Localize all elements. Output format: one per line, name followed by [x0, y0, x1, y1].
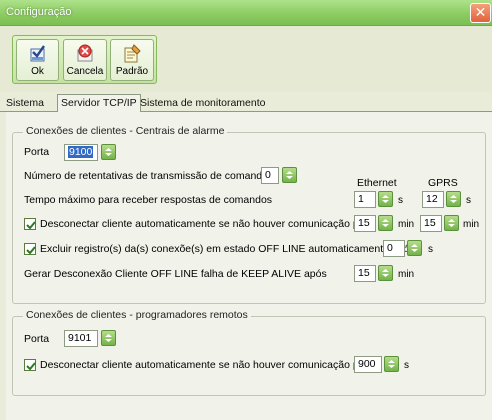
keepalive-unit: min: [398, 269, 415, 280]
remote-disconnect-unit: s: [404, 360, 409, 371]
window-title: Configuração: [6, 6, 72, 18]
remote-porta-spin-button[interactable]: [101, 330, 116, 346]
timeout-gprs-spin-button[interactable]: [446, 191, 461, 207]
timeout-gprs-spinner[interactable]: 12: [422, 191, 462, 208]
alarm-connections-group: Conexões de clientes - Centrais de alarm…: [12, 125, 486, 304]
disconnect-checkbox[interactable]: [24, 218, 36, 230]
remote-porta-label: Porta: [24, 333, 50, 345]
check-icon: [26, 221, 36, 230]
timeout-gprs-field[interactable]: 12: [422, 191, 444, 208]
porta-label: Porta: [24, 146, 50, 158]
tab-monitoramento-label: Sistema de monitoramento: [140, 97, 266, 109]
tab-servidor-tcp-ip[interactable]: Servidor TCP/IP: [57, 94, 141, 113]
porta-spinner[interactable]: 9100: [64, 144, 116, 161]
close-button[interactable]: ✕: [470, 3, 491, 23]
offline-label: Excluir registro(s) da(s) conexõe(s) em …: [40, 243, 415, 255]
gprs-header: GPRS: [428, 177, 458, 189]
offline-spin-button[interactable]: [407, 240, 422, 256]
retries-spinner[interactable]: 0: [261, 167, 297, 184]
tab-strip: Sistema Servidor TCP/IP Sistema de monit…: [0, 92, 492, 113]
remote-connections-group: Conexões de clientes - programadores rem…: [12, 309, 486, 396]
remote-disconnect-field[interactable]: 900: [354, 356, 382, 373]
tab-content: Conexões de clientes - Centrais de alarm…: [6, 112, 492, 420]
spin-arrows-icon: [286, 171, 293, 179]
spin-arrows-icon: [105, 334, 112, 342]
disconnect-gprs-spin-button[interactable]: [444, 215, 459, 231]
toolbar-area: Ok Cancela Padrão: [0, 26, 492, 92]
tab-servidor-label: Servidor TCP/IP: [61, 97, 137, 109]
remote-disconnect-label: Desconectar cliente automaticamente se n…: [40, 359, 369, 371]
keepalive-spin-button[interactable]: [378, 265, 393, 281]
ethernet-header: Ethernet: [357, 177, 397, 189]
disconnect-label: Desconectar cliente automaticamente se n…: [40, 218, 369, 230]
disconnect-ethernet-field[interactable]: 15: [354, 215, 376, 232]
disconnect-gprs-field[interactable]: 15: [420, 215, 442, 232]
timeout-ethernet-field[interactable]: 1: [354, 191, 376, 208]
remote-disconnect-spin-button[interactable]: [384, 356, 399, 372]
disconnect-gprs-unit: min: [463, 219, 480, 230]
cancel-button[interactable]: Cancela: [63, 39, 107, 81]
spin-arrows-icon: [448, 219, 455, 227]
title-bar: Configuração ✕: [0, 0, 492, 26]
spin-arrows-icon: [382, 195, 389, 203]
timeout-label: Tempo máximo para receber respostas de c…: [24, 194, 273, 206]
remote-disconnect-checkbox[interactable]: [24, 359, 36, 371]
keepalive-label: Gerar Desconexão Cliente OFF LINE falha …: [24, 268, 327, 280]
default-label: Padrão: [115, 66, 149, 77]
offline-spinner[interactable]: 0: [383, 240, 423, 257]
keepalive-spinner[interactable]: 15: [354, 265, 394, 282]
remote-porta-spinner[interactable]: 9101: [64, 330, 116, 347]
spin-arrows-icon: [382, 219, 389, 227]
offline-checkbox[interactable]: [24, 243, 36, 255]
ok-button[interactable]: Ok: [16, 39, 59, 81]
retries-spin-button[interactable]: [282, 167, 297, 183]
spin-arrows-icon: [388, 360, 395, 368]
offline-unit: s: [428, 244, 433, 255]
spin-arrows-icon: [105, 148, 112, 156]
checkmark-icon: [30, 45, 45, 62]
spin-arrows-icon: [382, 269, 389, 277]
ok-label: Ok: [31, 66, 44, 77]
cancel-icon: [77, 44, 93, 62]
spin-arrows-icon: [450, 195, 457, 203]
remote-group-title: Conexões de clientes - programadores rem…: [23, 309, 251, 321]
check-icon: [26, 362, 36, 371]
timeout-gprs-unit: s: [466, 195, 471, 206]
tab-sistema[interactable]: Sistema: [3, 96, 47, 112]
cancel-label: Cancela: [66, 66, 104, 77]
retries-label: Número de retentativas de transmissão de…: [24, 170, 274, 182]
alarm-group-title: Conexões de clientes - Centrais de alarm…: [23, 125, 228, 137]
porta-spin-button[interactable]: [101, 144, 116, 160]
retries-field[interactable]: 0: [261, 167, 279, 184]
spin-arrows-icon: [411, 244, 418, 252]
remote-porta-field[interactable]: 9101: [64, 330, 98, 347]
default-button[interactable]: Padrão: [110, 39, 154, 81]
timeout-ethernet-spin-button[interactable]: [378, 191, 393, 207]
porta-field[interactable]: 9100: [64, 144, 98, 161]
close-icon: ✕: [474, 4, 487, 20]
keepalive-field[interactable]: 15: [354, 265, 376, 282]
timeout-ethernet-spinner[interactable]: 1: [354, 191, 394, 208]
check-icon: [26, 246, 36, 255]
notepad-icon: [124, 44, 141, 63]
disconnect-ethernet-unit: min: [398, 219, 415, 230]
timeout-ethernet-unit: s: [398, 195, 403, 206]
disconnect-ethernet-spinner[interactable]: 15: [354, 215, 394, 232]
tab-sistema-monitoramento[interactable]: Sistema de monitoramento: [137, 96, 268, 112]
remote-disconnect-spinner[interactable]: 900: [354, 356, 400, 373]
toolbar: Ok Cancela Padrão: [12, 35, 157, 84]
disconnect-gprs-spinner[interactable]: 15: [420, 215, 460, 232]
disconnect-ethernet-spin-button[interactable]: [378, 215, 393, 231]
offline-field[interactable]: 0: [383, 240, 405, 257]
tab-sistema-label: Sistema: [6, 97, 44, 109]
